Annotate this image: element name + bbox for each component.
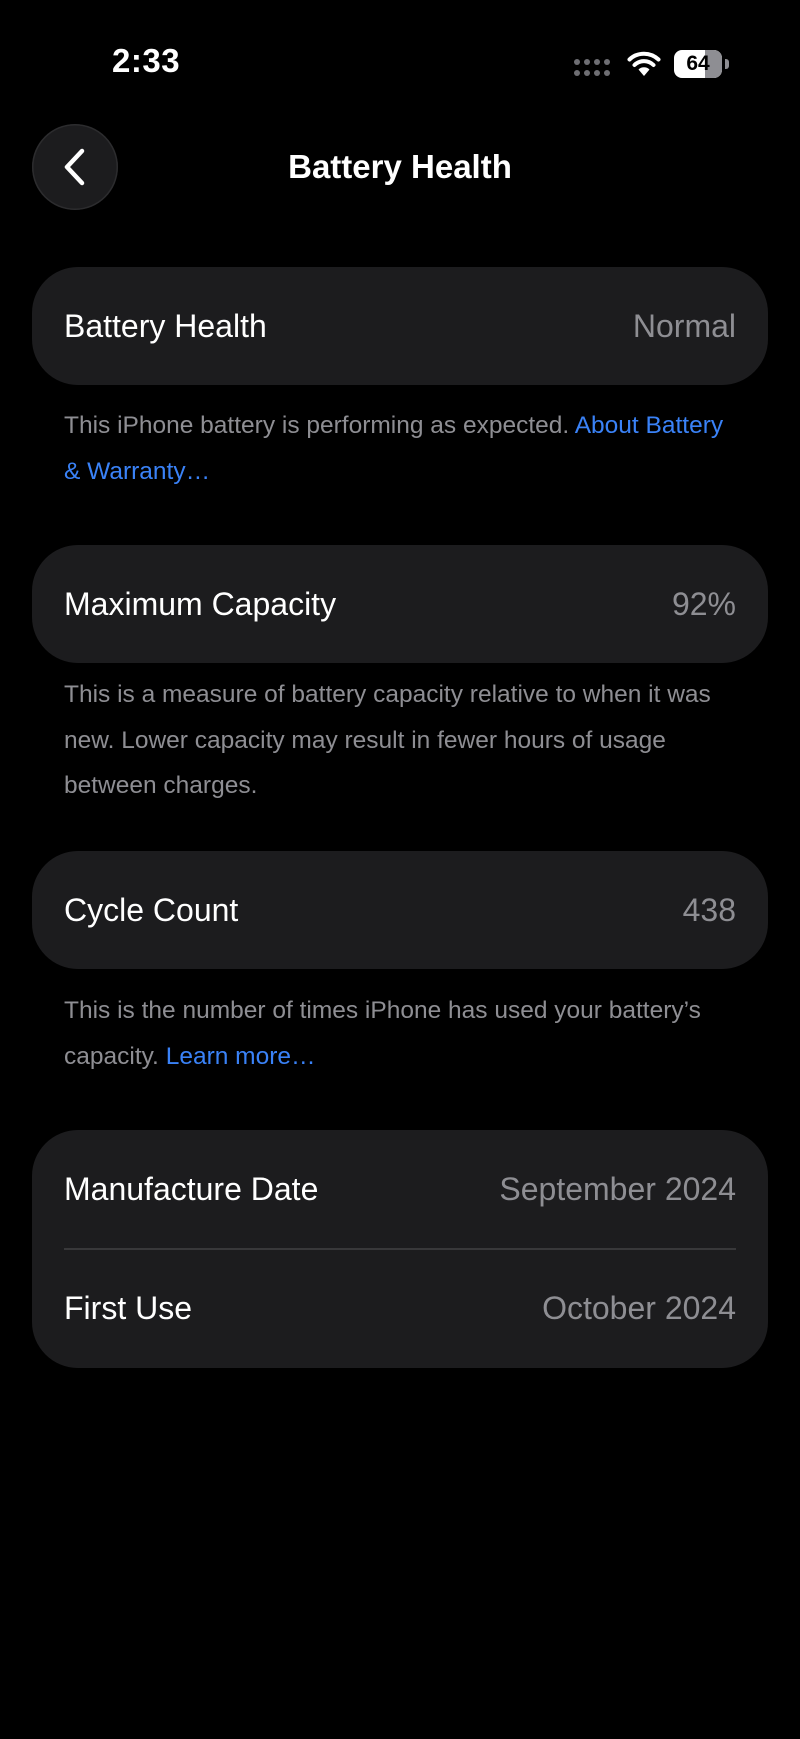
cycle-count-row: Cycle Count 438	[32, 851, 768, 969]
cycle-count-value: 438	[682, 891, 736, 928]
battery-health-label: Battery Health	[64, 307, 267, 344]
page-title: Battery Health	[288, 148, 512, 185]
maximum-capacity-value: 92%	[671, 585, 736, 622]
wifi-icon	[627, 51, 661, 76]
cycle-count-footnote: This is the number of times iPhone has u…	[64, 988, 744, 1079]
first-use-label: First Use	[64, 1290, 192, 1326]
battery-tip	[725, 59, 729, 69]
maximum-capacity-footnote: This is a measure of battery capacity re…	[64, 681, 711, 799]
status-bar: 2:33 64	[0, 0, 800, 130]
cycle-count-footnote-text: This is the number of times iPhone has u…	[64, 997, 701, 1070]
battery-body: 64	[674, 50, 722, 78]
cellular-dots-icon	[574, 59, 610, 76]
battery-health-row: Battery Health Normal	[32, 267, 768, 385]
maximum-capacity-label: Maximum Capacity	[64, 585, 337, 622]
manufacture-date-label: Manufacture Date	[64, 1170, 319, 1207]
battery-health-footnote: This iPhone battery is performing as exp…	[64, 403, 744, 494]
battery-level-text: 64	[686, 52, 710, 75]
first-use-row: First Use October 2024	[32, 1250, 768, 1368]
learn-more-link[interactable]: Learn more…	[166, 1043, 316, 1070]
battery-icon: 64	[674, 50, 730, 80]
first-use-value: October 2024	[542, 1290, 736, 1326]
cycle-count-card: Cycle Count 438	[32, 851, 768, 969]
maximum-capacity-row: Maximum Capacity 92%	[32, 545, 768, 663]
status-time: 2:33	[112, 42, 181, 79]
battery-health-value: Normal	[632, 307, 736, 344]
cycle-count-label: Cycle Count	[64, 891, 239, 928]
maximum-capacity-card: Maximum Capacity 92%	[32, 545, 768, 663]
manufacture-date-row: Manufacture Date September 2024	[32, 1130, 768, 1248]
battery-health-card: Battery Health Normal	[32, 267, 768, 385]
dates-card: Manufacture Date September 2024 First Us…	[32, 1130, 768, 1368]
manufacture-date-value: September 2024	[499, 1170, 736, 1207]
battery-health-footnote-text: This iPhone battery is performing as exp…	[64, 412, 575, 439]
